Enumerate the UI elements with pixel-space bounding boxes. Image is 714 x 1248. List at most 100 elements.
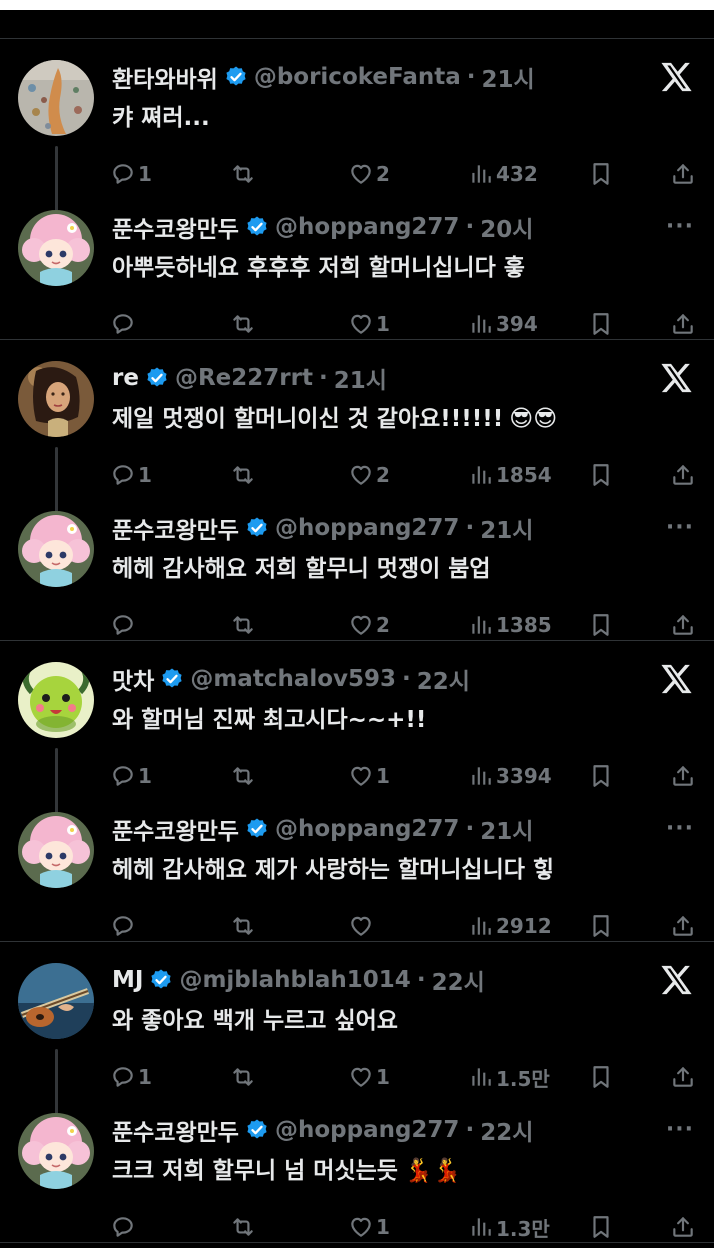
bookmark-button[interactable] — [588, 910, 614, 942]
author-reply-tweet[interactable]: 푼수코왕만두 @hoppang277 · 21시 ··· 헤헤 감사해요 제가 … — [0, 792, 714, 942]
x-logo-icon[interactable] — [660, 662, 694, 696]
views-button[interactable]: 1854 — [468, 459, 552, 491]
bookmark-button[interactable] — [588, 308, 614, 340]
timestamp[interactable]: 20시 — [480, 210, 533, 244]
original-reply-tweet[interactable]: 환타와바위 @boricokeFanta · 21시 캬 쪄러... 1 2 4… — [0, 40, 714, 242]
retweet-button[interactable] — [230, 1211, 256, 1243]
like-count: 2 — [376, 162, 390, 186]
like-button[interactable]: 2 — [348, 459, 390, 491]
more-icon[interactable]: ··· — [666, 214, 694, 239]
tweet-text-body: 와 좋아요 백개 누르고 싶어요 — [112, 1008, 398, 1034]
avatar-guitar-photo[interactable] — [18, 963, 94, 1039]
x-logo-icon[interactable] — [660, 361, 694, 395]
avatar-pink-anime[interactable] — [18, 1113, 94, 1189]
retweet-button[interactable] — [230, 459, 256, 491]
share-button[interactable] — [670, 1211, 696, 1243]
bookmark-button[interactable] — [588, 760, 614, 792]
avatar-pink-anime[interactable] — [18, 511, 94, 587]
retweet-button[interactable] — [230, 910, 256, 942]
original-reply-tweet[interactable]: MJ @mjblahblah1014 · 22시 와 좋아요 백개 누르고 싶어… — [0, 943, 714, 1145]
bookmark-button[interactable] — [588, 1211, 614, 1243]
reply-button[interactable]: 1 — [110, 1061, 152, 1093]
author-reply-tweet[interactable]: 푼수코왕만두 @hoppang277 · 21시 ··· 헤헤 감사해요 저희 … — [0, 491, 714, 641]
timestamp[interactable]: 21시 — [334, 361, 387, 395]
retweet-button[interactable] — [230, 760, 256, 792]
user-handle[interactable]: @Re227rrt — [175, 365, 313, 391]
display-name[interactable]: 푼수코왕만두 — [112, 210, 239, 244]
bookmark-button[interactable] — [588, 609, 614, 641]
user-handle[interactable]: @hoppang277 — [275, 515, 459, 541]
like-button[interactable]: 1 — [348, 1061, 390, 1093]
more-icon[interactable]: ··· — [666, 515, 694, 540]
views-button[interactable]: 1.3만 — [468, 1211, 550, 1243]
views-button[interactable]: 3394 — [468, 760, 552, 792]
share-button[interactable] — [670, 760, 696, 792]
author-reply-tweet[interactable]: 푼수코왕만두 @hoppang277 · 22시 ··· 크크 저희 할무니 넘… — [0, 1093, 714, 1243]
reply-button[interactable]: 1 — [110, 459, 152, 491]
reply-button[interactable]: 1 — [110, 760, 152, 792]
like-button[interactable]: 2 — [348, 158, 390, 190]
reply-button[interactable] — [110, 910, 136, 942]
share-button[interactable] — [670, 459, 696, 491]
reply-button[interactable] — [110, 308, 136, 340]
reply-button[interactable]: 1 — [110, 158, 152, 190]
share-button[interactable] — [670, 158, 696, 190]
retweet-button[interactable] — [230, 158, 256, 190]
display-name[interactable]: 푼수코왕만두 — [112, 511, 239, 545]
retweet-button[interactable] — [230, 1061, 256, 1093]
views-button[interactable]: 432 — [468, 158, 538, 190]
views-button[interactable]: 1385 — [468, 609, 552, 641]
views-button[interactable]: 1.5만 — [468, 1061, 550, 1093]
avatar-woman-photo[interactable] — [18, 361, 94, 437]
share-button[interactable] — [670, 308, 696, 340]
user-handle[interactable]: @boricokeFanta — [254, 64, 461, 90]
display-name[interactable]: 맛차 — [112, 662, 154, 696]
x-logo-icon[interactable] — [660, 60, 694, 94]
timestamp[interactable]: 21시 — [480, 812, 533, 846]
like-button[interactable]: 1 — [348, 760, 390, 792]
reply-button[interactable] — [110, 609, 136, 641]
bookmark-button[interactable] — [588, 1061, 614, 1093]
timestamp[interactable]: 21시 — [480, 511, 533, 545]
display-name[interactable]: re — [112, 365, 139, 391]
avatar-pink-anime[interactable] — [18, 210, 94, 286]
timestamp[interactable]: 22시 — [432, 963, 485, 997]
share-button[interactable] — [670, 609, 696, 641]
like-button[interactable]: 1 — [348, 1211, 390, 1243]
user-handle[interactable]: @hoppang277 — [275, 214, 459, 240]
tweet-text: 헤헤 감사해요 제가 사랑하는 할머니십니다 힣 — [112, 850, 554, 884]
display-name[interactable]: MJ — [112, 967, 143, 993]
display-name[interactable]: 푼수코왕만두 — [112, 812, 239, 846]
display-name[interactable]: 푼수코왕만두 — [112, 1113, 239, 1147]
like-button[interactable]: 1 — [348, 308, 390, 340]
like-button[interactable] — [348, 910, 374, 942]
bookmark-button[interactable] — [588, 158, 614, 190]
author-reply-tweet[interactable]: 푼수코왕만두 @hoppang277 · 20시 ··· 아뿌듯하네요 후후후 … — [0, 190, 714, 340]
timestamp[interactable]: 22시 — [480, 1113, 533, 1147]
user-handle[interactable]: @hoppang277 — [275, 1117, 459, 1143]
reply-button[interactable] — [110, 1211, 136, 1243]
x-logo-icon[interactable] — [660, 963, 694, 997]
display-name[interactable]: 환타와바위 — [112, 60, 218, 94]
original-reply-tweet[interactable]: 맛차 @matchalov593 · 22시 와 할머님 진짜 최고시다~~+!… — [0, 642, 714, 844]
more-icon[interactable]: ··· — [666, 1117, 694, 1142]
avatar-photo-wall[interactable] — [18, 60, 94, 136]
more-icon[interactable]: ··· — [666, 816, 694, 841]
user-handle[interactable]: @matchalov593 — [190, 666, 396, 692]
retweet-button[interactable] — [230, 609, 256, 641]
user-handle[interactable]: @mjblahblah1014 — [179, 967, 410, 993]
retweet-button[interactable] — [230, 308, 256, 340]
like-button[interactable]: 2 — [348, 609, 390, 641]
timestamp[interactable]: 22시 — [417, 662, 470, 696]
views-button[interactable]: 2912 — [468, 910, 552, 942]
share-button[interactable] — [670, 1061, 696, 1093]
avatar-pink-anime[interactable] — [18, 812, 94, 888]
user-handle[interactable]: @hoppang277 — [275, 816, 459, 842]
avatar-green-character[interactable] — [18, 662, 94, 738]
timestamp[interactable]: 21시 — [482, 60, 535, 94]
reply-count: 1 — [138, 1065, 152, 1089]
views-button[interactable]: 394 — [468, 308, 538, 340]
original-reply-tweet[interactable]: re @Re227rrt · 21시 제일 멋쟁이 할머니이신 것 같아요!!!… — [0, 341, 714, 543]
bookmark-button[interactable] — [588, 459, 614, 491]
share-button[interactable] — [670, 910, 696, 942]
